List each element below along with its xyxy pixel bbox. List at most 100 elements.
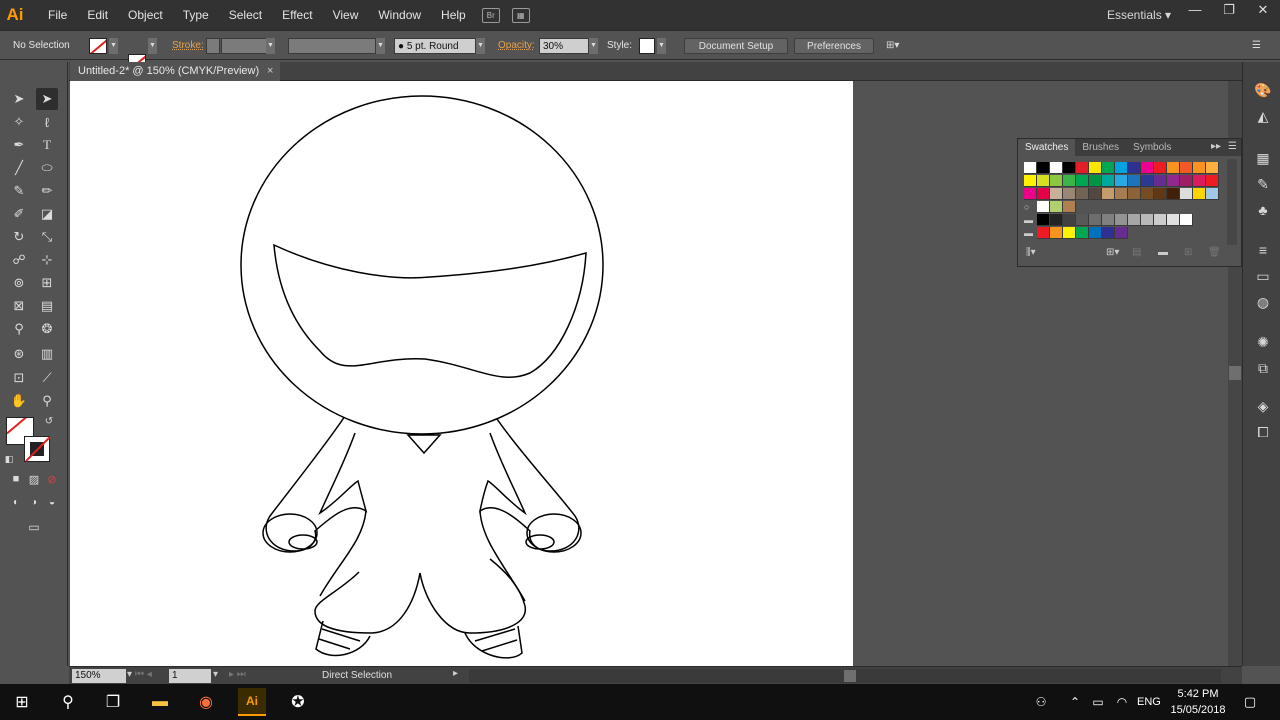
draw-normal-icon[interactable]: ◐ bbox=[8, 494, 24, 510]
menu-help[interactable]: Help bbox=[431, 0, 476, 30]
swatch[interactable] bbox=[1076, 214, 1089, 226]
swatch[interactable] bbox=[1063, 227, 1076, 239]
swatch[interactable] bbox=[1206, 162, 1219, 174]
fill-dropdown-icon[interactable]: ▼ bbox=[109, 38, 118, 54]
stroke-label[interactable]: Stroke: bbox=[172, 38, 204, 54]
graphic-styles-panel-icon[interactable]: ⧉ bbox=[1253, 358, 1273, 378]
opacity-field[interactable]: 30% bbox=[539, 38, 589, 54]
swatch[interactable] bbox=[1102, 162, 1115, 174]
swatch[interactable] bbox=[1076, 188, 1089, 200]
swatch[interactable] bbox=[1193, 175, 1206, 187]
brush-dropdown-icon[interactable]: ▼ bbox=[476, 38, 485, 54]
swatch[interactable] bbox=[1115, 214, 1128, 226]
people-icon[interactable]: ⚇ bbox=[1027, 688, 1055, 716]
search-icon[interactable]: ⚲ bbox=[54, 688, 82, 716]
swatch[interactable] bbox=[1063, 188, 1076, 200]
lasso-tool-icon[interactable]: ℓ bbox=[36, 111, 58, 133]
blend-tool-icon[interactable]: ❂ bbox=[36, 318, 58, 340]
hand-tool-icon[interactable]: ✋ bbox=[8, 390, 30, 412]
horizontal-scrollbar[interactable] bbox=[469, 669, 1221, 683]
zoom-dropdown-icon[interactable]: ▾ bbox=[127, 669, 132, 680]
arrange-icon[interactable]: ⊞▾ bbox=[886, 38, 899, 54]
show-swatch-kinds-icon[interactable]: ⊞▾ bbox=[1106, 247, 1119, 258]
menu-select[interactable]: Select bbox=[219, 0, 272, 30]
brushes-panel-icon[interactable]: ✎ bbox=[1253, 174, 1273, 194]
swatch[interactable] bbox=[1180, 162, 1193, 174]
color-group-folder-icon[interactable]: ▬ bbox=[1024, 214, 1036, 226]
symbols-panel-icon[interactable]: ♣ bbox=[1253, 200, 1273, 220]
document-tab[interactable]: Untitled-2* @ 150% (CMYK/Preview) bbox=[70, 62, 280, 81]
swatch[interactable] bbox=[1115, 227, 1128, 239]
swatch[interactable] bbox=[1128, 162, 1141, 174]
style-dropdown-icon[interactable]: ▼ bbox=[657, 38, 666, 54]
screen-mode-icon[interactable]: ▭ bbox=[22, 518, 46, 536]
color-group-folder-icon[interactable]: ▬ bbox=[1024, 227, 1036, 239]
artboards-panel-icon[interactable]: ⧠ bbox=[1253, 422, 1273, 442]
artboard-nav-last-icon[interactable]: ▸ ⏭ bbox=[229, 669, 246, 680]
tab-close-icon[interactable]: × bbox=[267, 62, 273, 81]
color-mode-icon[interactable]: ■ bbox=[8, 471, 24, 487]
opacity-label[interactable]: Opacity: bbox=[498, 38, 535, 54]
task-view-icon[interactable]: ❐ bbox=[99, 688, 127, 716]
swatch[interactable] bbox=[1089, 162, 1102, 174]
type-tool-icon[interactable]: T bbox=[36, 134, 58, 156]
variable-width-profile[interactable] bbox=[288, 38, 376, 54]
swatch[interactable] bbox=[1115, 175, 1128, 187]
tab-symbols[interactable]: Symbols bbox=[1126, 139, 1178, 156]
draw-inside-icon[interactable]: ◒ bbox=[44, 494, 60, 510]
swatch[interactable] bbox=[1024, 162, 1037, 174]
swatch[interactable] bbox=[1050, 162, 1063, 174]
workspace-switcher[interactable]: Essentials ▾ bbox=[1107, 0, 1171, 30]
notifications-icon[interactable]: ▢ bbox=[1236, 688, 1264, 716]
none-mode-icon[interactable]: ⊘ bbox=[44, 471, 60, 487]
vertical-scroll-thumb[interactable] bbox=[1229, 366, 1241, 380]
swatch[interactable] bbox=[1063, 214, 1076, 226]
artboard-nav-first-icon[interactable]: ⏮ ◂ bbox=[135, 669, 152, 680]
swatch[interactable] bbox=[1037, 188, 1050, 200]
firefox-icon[interactable]: ◉ bbox=[192, 688, 220, 716]
swatch[interactable] bbox=[1128, 175, 1141, 187]
swatch[interactable] bbox=[1128, 188, 1141, 200]
swap-fill-stroke-icon[interactable]: ↺ bbox=[42, 414, 56, 428]
swatch[interactable] bbox=[1180, 188, 1193, 200]
swatch[interactable] bbox=[1050, 188, 1063, 200]
artboard-dropdown-icon[interactable]: ▾ bbox=[213, 669, 218, 680]
swatch[interactable] bbox=[1141, 214, 1154, 226]
swatch[interactable] bbox=[1206, 175, 1219, 187]
artboard[interactable] bbox=[70, 81, 853, 666]
swatch[interactable] bbox=[1167, 214, 1180, 226]
swatch[interactable] bbox=[1115, 162, 1128, 174]
swatch[interactable] bbox=[1193, 188, 1206, 200]
stroke-indicator[interactable] bbox=[24, 436, 51, 462]
profile-dropdown-icon[interactable]: ▼ bbox=[376, 38, 385, 54]
gradient-mode-icon[interactable]: ▨ bbox=[26, 471, 42, 487]
swatch[interactable] bbox=[1089, 175, 1102, 187]
graphic-style-swatch[interactable] bbox=[639, 38, 655, 54]
swatch[interactable] bbox=[1076, 162, 1089, 174]
menu-effect[interactable]: Effect bbox=[272, 0, 322, 30]
swatch[interactable] bbox=[1167, 188, 1180, 200]
swatch[interactable] bbox=[1089, 188, 1102, 200]
swatch[interactable] bbox=[1037, 162, 1050, 174]
tab-brushes[interactable]: Brushes bbox=[1075, 139, 1126, 156]
line-tool-icon[interactable]: ╱ bbox=[8, 157, 30, 179]
arrange-documents-icon[interactable]: ▦ bbox=[511, 7, 530, 23]
swatch[interactable] bbox=[1024, 188, 1037, 200]
swatch[interactable] bbox=[1167, 175, 1180, 187]
swatch[interactable] bbox=[1180, 175, 1193, 187]
swatch[interactable] bbox=[1089, 214, 1102, 226]
swatch[interactable] bbox=[1206, 188, 1219, 200]
slice-tool-icon[interactable]: ⟋ bbox=[36, 367, 58, 389]
color-guide-icon[interactable]: ◭ bbox=[1253, 106, 1273, 126]
minimize-icon[interactable]: — bbox=[1178, 0, 1212, 22]
menu-object[interactable]: Object bbox=[118, 0, 173, 30]
zoom-field[interactable]: 150% bbox=[72, 669, 126, 683]
blob-brush-tool-icon[interactable]: ✐ bbox=[8, 203, 30, 225]
input-language[interactable]: ENG bbox=[1137, 684, 1161, 720]
swatch[interactable] bbox=[1167, 162, 1180, 174]
swatch[interactable] bbox=[1050, 214, 1063, 226]
preferences-button[interactable]: Preferences bbox=[794, 38, 874, 54]
swatch[interactable] bbox=[1115, 188, 1128, 200]
fill-swatch[interactable] bbox=[89, 38, 107, 54]
swatch[interactable] bbox=[1037, 175, 1050, 187]
